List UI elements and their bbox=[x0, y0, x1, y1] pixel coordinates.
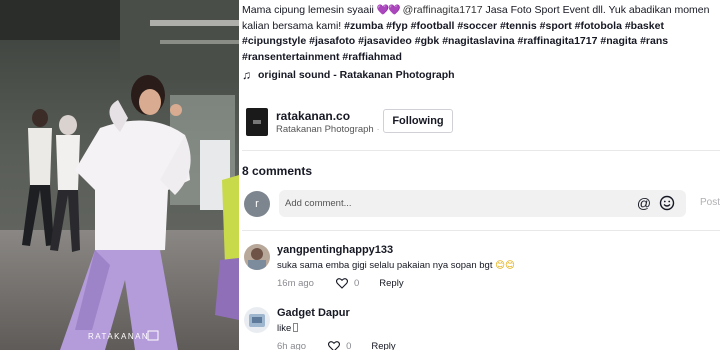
comment-body: suka sama emba gigi selalu pakaian nya s… bbox=[277, 260, 493, 271]
creator-name: Ratakanan Photograph bbox=[276, 124, 374, 135]
like-button[interactable]: 0 bbox=[335, 278, 360, 289]
music-note-icon: ♫ bbox=[242, 68, 251, 82]
comment-username[interactable]: Gadget Dapur bbox=[277, 307, 350, 319]
separator-dot: · bbox=[376, 125, 380, 134]
like-count: 0 bbox=[353, 278, 360, 289]
dance-photo: RATAKANAN bbox=[0, 0, 239, 350]
details-panel: Mama cipung lemesin syaaii 💜💜 @raffinagi… bbox=[242, 0, 720, 350]
hashtag-link[interactable]: #zumba bbox=[344, 20, 383, 32]
section-divider bbox=[242, 150, 720, 151]
commenter-avatar[interactable] bbox=[244, 244, 270, 270]
at-icon[interactable]: @ bbox=[635, 194, 653, 212]
like-button[interactable]: 0 bbox=[328, 341, 351, 350]
watermark-text: RATAKANAN bbox=[88, 332, 149, 341]
comment-item: yangpentinghappy133 suka sama emba gigi … bbox=[242, 244, 720, 294]
post-button[interactable]: Post bbox=[700, 197, 720, 208]
hashtag-link[interactable]: #nagita bbox=[600, 35, 637, 47]
hashtag-link[interactable]: #gbk bbox=[415, 35, 440, 47]
hashtag-link[interactable]: #tennis bbox=[500, 20, 537, 32]
following-button[interactable]: Following bbox=[383, 109, 453, 133]
sound-link[interactable]: ♫ original sound - Ratakanan Photograph bbox=[242, 68, 455, 82]
creator-handle[interactable]: ratakanan.co bbox=[276, 109, 350, 123]
missing-glyph-box bbox=[293, 323, 299, 332]
hashtag-link[interactable]: #fyp bbox=[386, 20, 408, 32]
hashtag-link[interactable]: #fotobola bbox=[575, 20, 622, 32]
hashtag-link[interactable]: #nagitaslavina bbox=[442, 35, 514, 47]
caption-intro: Mama cipung lemesin syaaii bbox=[242, 4, 374, 16]
heart-icon bbox=[335, 278, 348, 289]
hashtag-link[interactable]: #sport bbox=[540, 20, 572, 32]
comment-time: 6h ago bbox=[277, 341, 307, 350]
comments-count: 8 comments bbox=[242, 164, 313, 178]
reply-button[interactable]: Reply bbox=[379, 278, 403, 289]
comment-input[interactable]: Add comment... @ bbox=[279, 190, 686, 217]
reply-button[interactable]: Reply bbox=[371, 341, 395, 350]
comment-meta: 16m ago 0 Reply bbox=[277, 278, 404, 289]
comment-text: suka sama emba gigi selalu pakaian nya s… bbox=[277, 260, 515, 271]
hashtag-link[interactable]: #cipungstyle bbox=[242, 35, 306, 47]
comment-username[interactable]: yangpentinghappy133 bbox=[277, 244, 393, 256]
smile-emoji: 😊😊 bbox=[495, 260, 515, 271]
hashtag-link[interactable]: #soccer bbox=[457, 20, 497, 32]
creator-avatar[interactable] bbox=[246, 108, 268, 136]
comment-text: like bbox=[277, 323, 299, 334]
section-divider bbox=[242, 230, 720, 231]
creator-row: ratakanan.co Ratakanan Photograph · Follo… bbox=[242, 104, 718, 138]
hashtag-link[interactable]: #raffinagita1717 bbox=[518, 35, 598, 47]
emoji-icon[interactable] bbox=[658, 194, 676, 212]
purple-hearts-emoji: 💜💜 bbox=[376, 5, 401, 16]
comment-time: 16m ago bbox=[277, 278, 314, 289]
comment-meta: 6h ago 0 Reply bbox=[277, 341, 396, 350]
hashtag-link[interactable]: #raffiahmad bbox=[342, 51, 402, 63]
sound-label: original sound - Ratakanan Photograph bbox=[258, 69, 455, 81]
creator-name-line: Ratakanan Photograph · bbox=[276, 124, 379, 135]
comment-input-row: r Add comment... @ Post bbox=[242, 190, 720, 218]
comment-body: like bbox=[277, 323, 292, 334]
hashtag-link[interactable]: #ransentertainment bbox=[242, 51, 339, 63]
like-count: 0 bbox=[346, 341, 352, 350]
caption-mention-link[interactable]: @raffinagita1717 bbox=[403, 4, 483, 16]
hashtag-link[interactable]: #jasafoto bbox=[309, 35, 355, 47]
current-user-avatar[interactable]: r bbox=[244, 191, 270, 217]
commenter-avatar[interactable] bbox=[244, 307, 270, 333]
hashtag-link[interactable]: #jasavideo bbox=[358, 35, 412, 47]
video-caption: Mama cipung lemesin syaaii 💜💜 @raffinagi… bbox=[242, 3, 718, 65]
video-thumbnail[interactable]: RATAKANAN bbox=[0, 0, 239, 350]
hashtag-link[interactable]: #football bbox=[411, 20, 455, 32]
comment-item: Gadget Dapur like 6h ago 0 Reply bbox=[242, 307, 720, 350]
heart-icon bbox=[328, 341, 341, 350]
hashtag-link[interactable]: #basket bbox=[625, 20, 664, 32]
hashtag-link[interactable]: #rans bbox=[640, 35, 668, 47]
comment-placeholder: Add comment... bbox=[285, 198, 352, 209]
